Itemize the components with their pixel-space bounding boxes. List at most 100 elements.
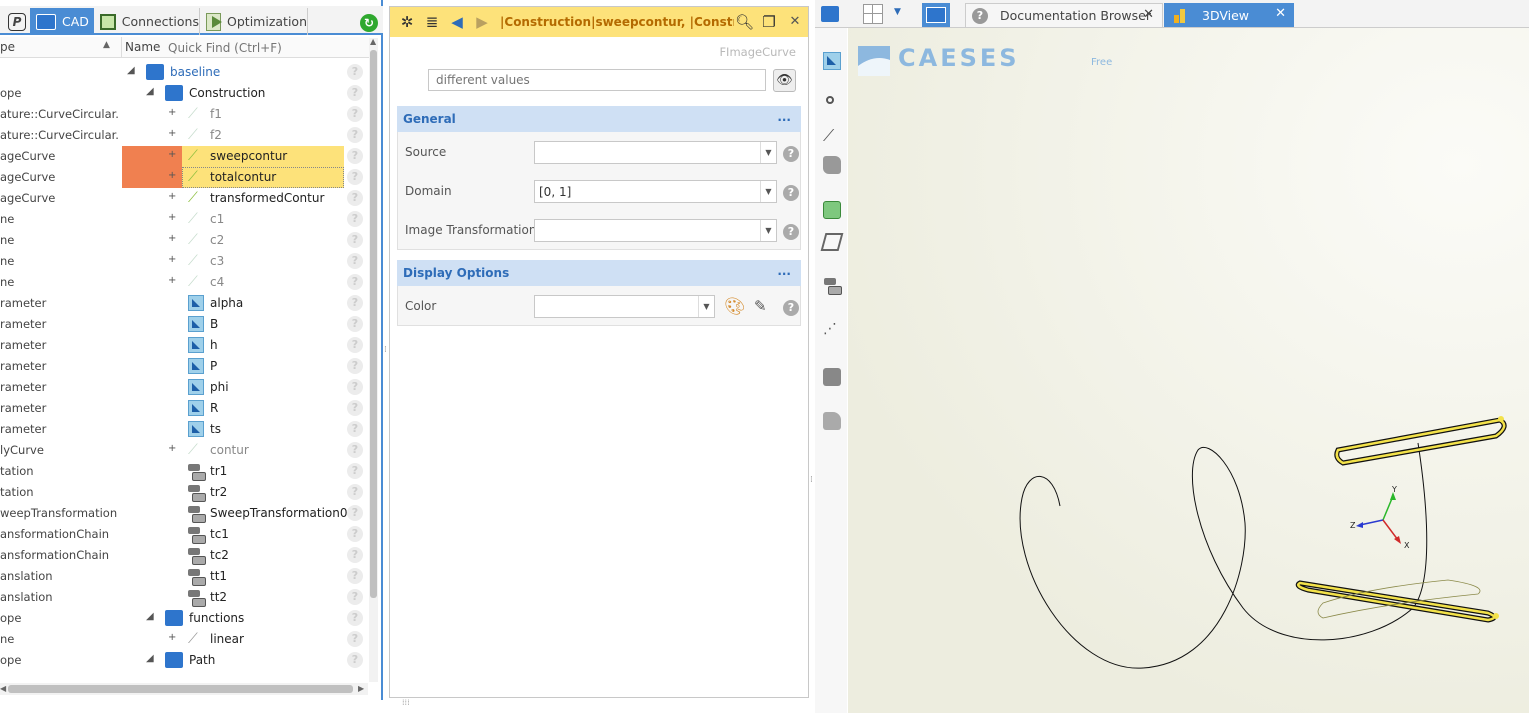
expand-toggle[interactable]: + (168, 275, 176, 286)
refresh-icon[interactable]: ↻ (360, 14, 378, 32)
tree-row[interactable]: ature::CurveCircular... + ⟋ f1? (0, 104, 368, 125)
help-icon[interactable]: ? (347, 316, 363, 332)
chevron-down-icon[interactable]: ▼ (760, 142, 776, 163)
help-icon[interactable]: ? (347, 484, 363, 500)
tree-row[interactable]: ansformationChain tc2? (0, 545, 368, 566)
sort-ascending-icon[interactable]: ▲ (103, 40, 110, 50)
tree-row[interactable]: ageCurve + ⟋ transformedContur? (0, 188, 368, 209)
close-icon[interactable]: ✕ (1275, 6, 1286, 21)
copy-icon[interactable]: ❐ (760, 13, 778, 31)
tree-row[interactable]: rameter ts? (0, 419, 368, 440)
tree-row[interactable]: tation tr2? (0, 482, 368, 503)
tab-cad-view[interactable] (922, 3, 950, 27)
eye-icon[interactable]: 👁︎ (773, 69, 796, 92)
expand-toggle[interactable]: + (168, 443, 176, 454)
tree-row[interactable]: ne + ⟋ linear? (0, 629, 368, 650)
help-icon[interactable]: ? (347, 400, 363, 416)
help-icon[interactable]: ? (347, 106, 363, 122)
expand-toggle[interactable]: + (168, 149, 176, 160)
chevron-down-icon[interactable]: ▼ (760, 181, 776, 202)
column-divider[interactable] (121, 37, 122, 58)
tree-row[interactable]: ansformationChain tc1? (0, 524, 368, 545)
tree-row[interactable]: ope ◢ Path? (0, 650, 368, 671)
help-icon[interactable]: ? (783, 146, 799, 162)
point-set-icon[interactable]: ⋰ (823, 321, 841, 339)
vertical-scroll-thumb[interactable] (370, 50, 377, 598)
tree-row[interactable]: ne + ⟋ c4? (0, 272, 368, 293)
values-input[interactable] (428, 69, 766, 91)
help-icon[interactable]: ? (347, 631, 363, 647)
parameter-icon[interactable] (823, 52, 841, 70)
help-icon[interactable]: ? (347, 169, 363, 185)
expand-toggle[interactable]: + (168, 128, 176, 139)
expand-toggle[interactable]: + (168, 107, 176, 118)
tree-row[interactable]: rameter P? (0, 356, 368, 377)
transformation-icon[interactable] (823, 277, 842, 295)
help-icon[interactable]: ? (347, 442, 363, 458)
expand-toggle[interactable]: + (168, 632, 176, 643)
tree-row[interactable]: rameter B? (0, 314, 368, 335)
expand-toggle[interactable]: + (168, 233, 176, 244)
help-icon[interactable]: ? (347, 148, 363, 164)
help-icon[interactable]: ? (347, 190, 363, 206)
help-icon[interactable]: ? (347, 379, 363, 395)
edit-icon[interactable]: ✎ (754, 297, 767, 315)
expand-toggle[interactable]: + (168, 170, 176, 181)
chevron-down-icon[interactable]: ▼ (760, 220, 776, 241)
quick-find-input[interactable] (168, 39, 368, 56)
help-icon[interactable]: ? (347, 211, 363, 227)
tab-connections[interactable]: Connections (94, 8, 200, 35)
tree-row[interactable]: weepTransformation SweepTransformation01? (0, 503, 368, 524)
help-icon[interactable]: ? (347, 526, 363, 542)
expand-toggle[interactable]: ◢ (146, 611, 154, 622)
color-combo[interactable]: ▼ (534, 295, 715, 318)
3d-scene[interactable]: CAESES Free Y Z X (848, 28, 1529, 713)
help-icon[interactable]: ? (347, 505, 363, 521)
help-icon[interactable]: ? (347, 274, 363, 290)
tree-row[interactable]: rameter h? (0, 335, 368, 356)
help-icon[interactable]: ? (347, 85, 363, 101)
scroll-left-icon[interactable]: ◀ (0, 684, 6, 693)
point-icon[interactable] (826, 96, 834, 104)
help-icon[interactable]: ? (347, 358, 363, 374)
help-icon[interactable]: ? (783, 185, 799, 201)
tree-row[interactable]: rameter alpha? (0, 293, 368, 314)
expand-toggle[interactable]: + (168, 254, 176, 265)
column-name[interactable]: Name (125, 40, 160, 54)
image-transformation-combo[interactable]: ▼ (534, 219, 777, 242)
surface-icon[interactable] (823, 156, 841, 174)
tree-row[interactable]: ope ◢ Construction? (0, 83, 368, 104)
help-icon[interactable]: ? (347, 463, 363, 479)
section-general-more[interactable]: ... (777, 110, 791, 124)
image-icon[interactable] (823, 412, 841, 430)
tree-row[interactable]: tation tr1? (0, 461, 368, 482)
help-icon[interactable]: ? (347, 295, 363, 311)
tree-row[interactable]: ne + ⟋ c1? (0, 209, 368, 230)
tab-cad[interactable]: CAD (30, 8, 94, 35)
close-icon[interactable]: ✕ (786, 13, 804, 31)
help-icon[interactable]: ? (347, 421, 363, 437)
feature-icon[interactable] (823, 201, 841, 219)
close-icon[interactable]: ✕ (1143, 7, 1154, 22)
tab-optimization[interactable]: Optimization (200, 8, 308, 35)
sweep-curve[interactable] (1019, 442, 1428, 669)
list-icon[interactable]: ≣ (423, 13, 441, 31)
tree-vertical-scrollbar[interactable]: ▲ (369, 37, 378, 682)
horizontal-scroll-thumb[interactable] (8, 685, 353, 693)
tree-row[interactable]: ageCurve + ⟋ sweepcontur? (0, 146, 368, 167)
forward-icon[interactable]: ▶ (473, 13, 491, 31)
back-icon[interactable]: ◀ (448, 13, 466, 31)
help-icon[interactable]: ? (347, 127, 363, 143)
section-display-more[interactable]: ... (777, 264, 791, 278)
expand-toggle[interactable]: + (168, 212, 176, 223)
tree-row[interactable]: anslation tt1? (0, 566, 368, 587)
tree-horizontal-scrollbar[interactable]: ◀ ▶ (0, 683, 368, 695)
help-icon[interactable]: ? (347, 589, 363, 605)
section-general[interactable]: General ... (397, 106, 801, 132)
scroll-right-icon[interactable]: ▶ (358, 684, 364, 693)
help-icon[interactable]: ? (347, 337, 363, 353)
tree-row[interactable]: rameter R? (0, 398, 368, 419)
help-icon[interactable]: ? (783, 224, 799, 240)
help-icon[interactable]: ? (347, 232, 363, 248)
column-type[interactable]: pe (0, 40, 15, 54)
